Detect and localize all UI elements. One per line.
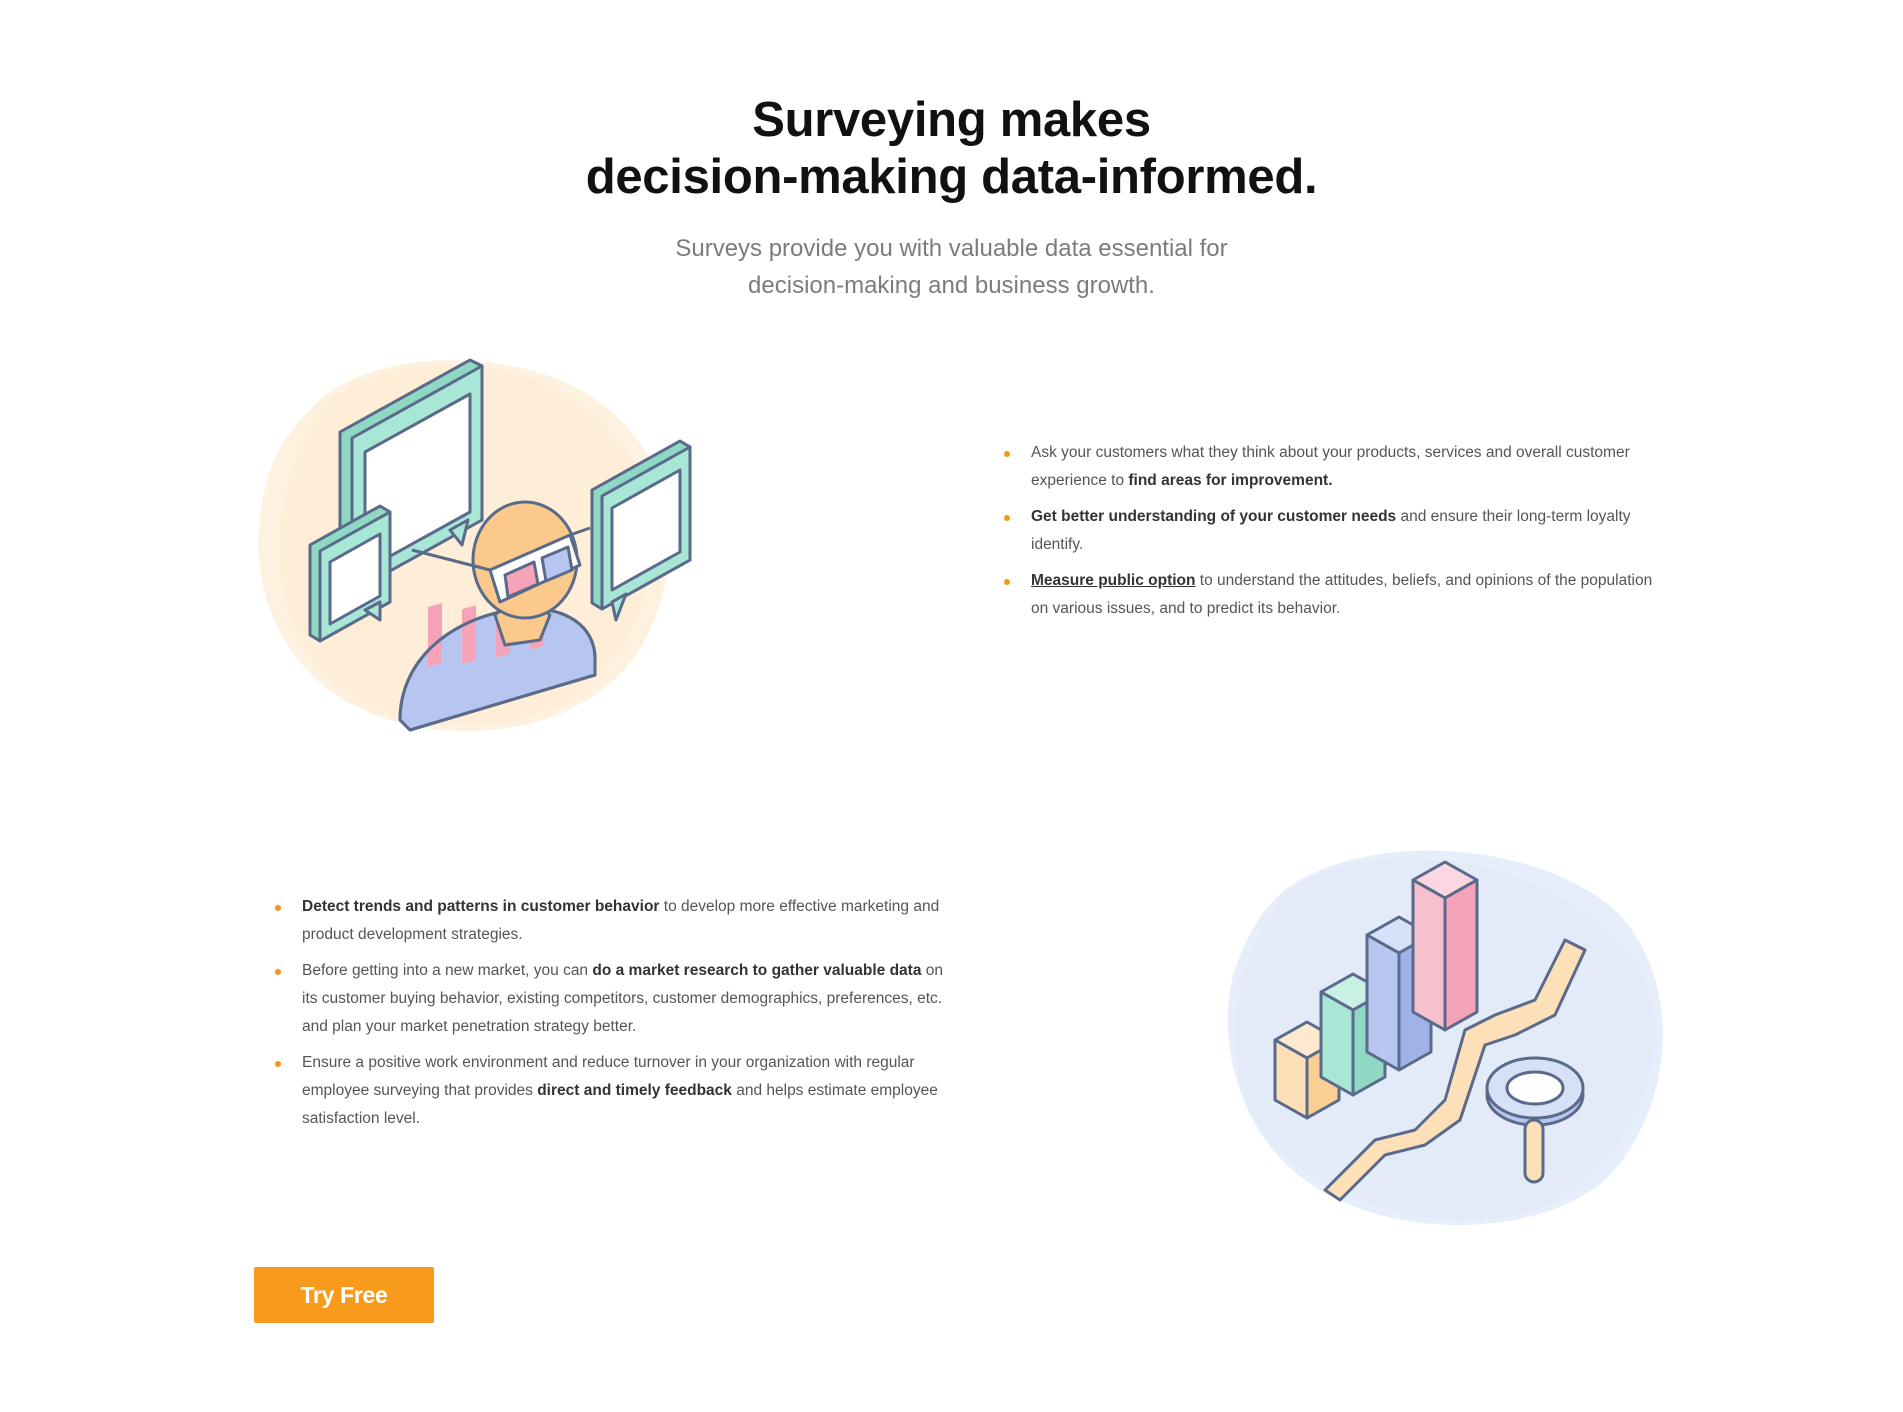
- page-title-line2: decision-making data-informed.: [585, 150, 1318, 204]
- bullet-dot-icon: [1004, 451, 1010, 457]
- bar-chart-magnifier-icon: [1215, 830, 1675, 1230]
- list-item-emphasis: direct and timely feedback: [537, 1082, 732, 1099]
- hero-section: Surveying makes decision-making data-inf…: [0, 92, 1903, 304]
- measure-public-option-link[interactable]: Measure public option: [1031, 572, 1195, 589]
- try-free-button[interactable]: Try Free: [254, 1267, 434, 1323]
- list-item-text: Before getting into a new market, you ca…: [302, 962, 593, 979]
- list-item-emphasis: do a market research to gather valuable …: [592, 962, 922, 979]
- list-item-emphasis: find areas for improvement.: [1128, 472, 1333, 489]
- list-item: Before getting into a new market, you ca…: [273, 957, 943, 1041]
- bullet-dot-icon: [275, 969, 281, 975]
- page-title: Surveying makes decision-making data-inf…: [0, 92, 1903, 206]
- benefits-list-2: Detect trends and patterns in customer b…: [273, 893, 943, 1141]
- list-item: Detect trends and patterns in customer b…: [273, 893, 943, 949]
- page-subtitle: Surveys provide you with valuable data e…: [602, 230, 1302, 304]
- bullet-dot-icon: [275, 905, 281, 911]
- list-item: Get better understanding of your custome…: [1002, 503, 1662, 559]
- page-subtitle-line2: decision-making and business growth.: [748, 272, 1155, 299]
- benefits-list-1: Ask your customers what they think about…: [1002, 439, 1662, 631]
- list-item: Measure public option to understand the …: [1002, 567, 1662, 623]
- bullet-dot-icon: [275, 1061, 281, 1067]
- page-title-line1: Surveying makes: [752, 93, 1151, 147]
- list-item: Ask your customers what they think about…: [1002, 439, 1662, 495]
- list-item-emphasis: Detect trends and patterns in customer b…: [302, 898, 660, 915]
- bullet-dot-icon: [1004, 515, 1010, 521]
- bullet-dot-icon: [1004, 579, 1010, 585]
- list-item: Ensure a positive work environment and r…: [273, 1049, 943, 1133]
- list-item-emphasis: Get better understanding of your custome…: [1031, 508, 1397, 525]
- page-subtitle-line1: Surveys provide you with valuable data e…: [675, 235, 1228, 262]
- person-with-glasses-and-speech-bubbles-icon: [250, 340, 700, 740]
